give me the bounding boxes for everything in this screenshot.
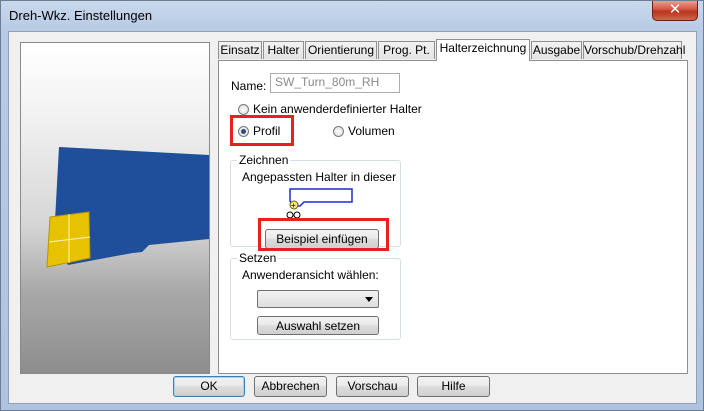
radio-volume[interactable] xyxy=(333,126,344,137)
tab-panel-halterzeichnung: Name: SW_Turn_80m_RH Kein anwenderdefini… xyxy=(218,60,688,374)
tab-ausgabe[interactable]: Ausgabe xyxy=(531,41,582,59)
radio-volume-label[interactable]: Volumen xyxy=(348,124,395,138)
insert-example-highlight-box xyxy=(258,218,389,251)
name-label: Name: xyxy=(231,79,267,93)
close-button[interactable]: ✕ xyxy=(652,1,698,21)
close-icon: ✕ xyxy=(668,1,682,18)
tab-halterzeichnung[interactable]: Halterzeichnung xyxy=(436,39,530,61)
help-button[interactable]: Hilfe xyxy=(417,376,490,397)
chevron-down-icon xyxy=(365,297,373,302)
tab-prog-pt[interactable]: Prog. Pt. xyxy=(378,41,435,59)
user-view-dropdown[interactable] xyxy=(257,290,379,308)
set-group: Setzen Anwenderansicht wählen: Auswahl s… xyxy=(230,251,401,340)
draw-group-title: Zeichnen xyxy=(237,153,291,167)
draw-group-description: Angepassten Halter in dieser xyxy=(242,170,397,184)
preview-button[interactable]: Vorschau xyxy=(336,376,409,397)
tab-halter[interactable]: Halter xyxy=(263,41,304,59)
radio-no-custom-holder-label[interactable]: Kein anwenderdefinierter Halter xyxy=(253,102,422,116)
svg-text:+: + xyxy=(291,201,296,210)
apply-selection-button[interactable]: Auswahl setzen xyxy=(257,316,379,335)
window-title: Dreh-Wkz. Einstellungen xyxy=(9,8,153,23)
dialog-window: Dreh-Wkz. Einstellungen ✕ Einsatz Halter… xyxy=(0,0,704,411)
tool-preview-viewport[interactable] xyxy=(20,42,210,374)
profile-highlight-box xyxy=(230,115,294,146)
tab-orientierung[interactable]: Orientierung xyxy=(305,41,377,59)
name-field[interactable]: SW_Turn_80m_RH xyxy=(270,73,400,93)
ok-button[interactable]: OK xyxy=(173,376,245,397)
set-group-title: Setzen xyxy=(237,251,279,265)
cancel-button[interactable]: Abbrechen xyxy=(254,376,327,397)
tool-holder-graphic xyxy=(46,147,209,268)
tab-einsatz[interactable]: Einsatz xyxy=(218,41,262,59)
dialog-client-area: Einsatz Halter Orientierung Prog. Pt. Ha… xyxy=(8,31,697,404)
tab-vorschub-drehzahl[interactable]: Vorschub/Drehzahl xyxy=(583,41,685,59)
radio-no-custom-holder[interactable] xyxy=(238,104,249,115)
user-view-label: Anwenderansicht wählen: xyxy=(242,268,379,282)
title-bar[interactable]: Dreh-Wkz. Einstellungen ✕ xyxy=(1,1,703,31)
holder-profile-sketch: + xyxy=(286,188,353,219)
